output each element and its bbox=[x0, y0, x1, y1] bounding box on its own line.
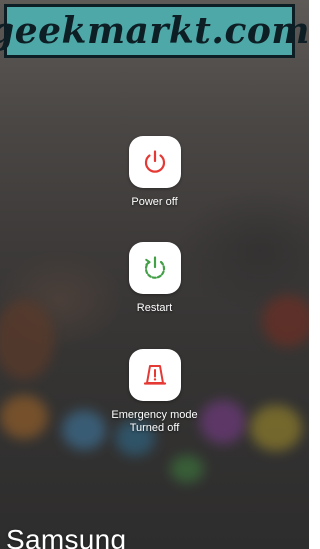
restart-button[interactable] bbox=[128, 242, 181, 294]
emergency-mode-title: Emergency mode bbox=[111, 409, 198, 421]
power-menu-screen: geekmarkt.com Power off Restart Emergenc… bbox=[0, 0, 309, 549]
emergency-icon bbox=[143, 365, 166, 385]
power-off-label: Power off bbox=[131, 196, 178, 208]
power-icon bbox=[144, 150, 165, 173]
device-brand-text: Samsung bbox=[6, 524, 127, 549]
watermark-banner: geekmarkt.com bbox=[0, 4, 309, 58]
emergency-mode-button[interactable] bbox=[128, 349, 181, 401]
power-off-button[interactable] bbox=[128, 136, 181, 188]
emergency-mode-status: Turned off bbox=[129, 422, 180, 434]
restart-option[interactable]: Restart bbox=[0, 242, 309, 315]
restart-label: Restart bbox=[136, 302, 173, 314]
emergency-mode-option[interactable]: Emergency mode Turned off bbox=[0, 349, 309, 435]
blurred-background-app bbox=[170, 455, 204, 483]
power-off-option[interactable]: Power off bbox=[0, 136, 309, 209]
watermark-text: geekmarkt.com bbox=[0, 10, 309, 52]
emergency-mode-label: Emergency mode Turned off bbox=[111, 409, 197, 435]
restart-icon bbox=[144, 256, 165, 279]
